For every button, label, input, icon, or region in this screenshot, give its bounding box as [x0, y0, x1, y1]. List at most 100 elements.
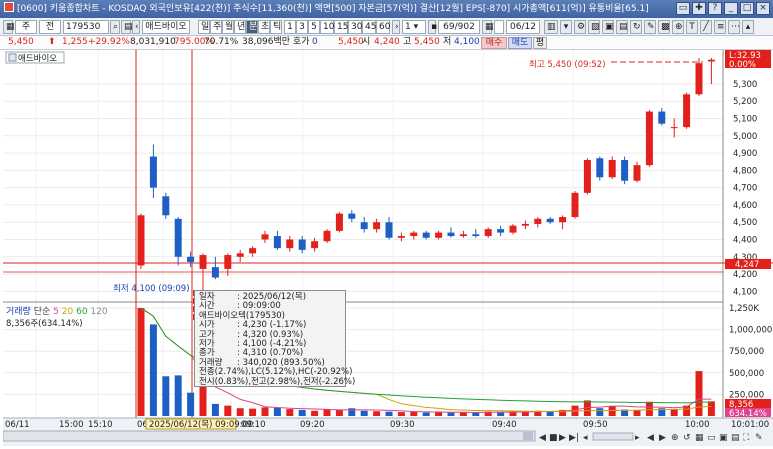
calendar-icon[interactable]: ▦ [482, 20, 494, 34]
interval-60[interactable]: 60 [376, 20, 390, 34]
rect-icon[interactable]: ▭ [707, 433, 716, 443]
candle-body [621, 159, 629, 181]
market-select[interactable]: 전 [39, 20, 61, 34]
candle-body [199, 255, 207, 269]
price-change: 1,255 [62, 37, 88, 47]
pin-icon[interactable]: ✚ [692, 2, 706, 15]
candle-body [695, 63, 703, 95]
period-year[interactable]: 년 [234, 20, 246, 34]
maximize-icon[interactable]: □ [740, 2, 754, 15]
volume-bar [385, 411, 393, 416]
stock-prev-icon[interactable]: ‹ [132, 20, 140, 34]
candle-body [360, 222, 368, 230]
dropdown-icon[interactable]: ▾ [560, 20, 572, 34]
tool-icon[interactable]: ✎ [755, 433, 763, 443]
chevron-right-icon[interactable]: › [392, 20, 400, 34]
list-icon[interactable]: ≡ [714, 20, 726, 34]
period-month[interactable]: 월 [222, 20, 234, 34]
interval-select[interactable]: 1 ▾ [402, 20, 426, 34]
zoom-icon[interactable]: ⊕ [672, 20, 684, 34]
next-icon[interactable]: ▶ [559, 433, 566, 443]
candle-body [670, 127, 678, 129]
line-icon[interactable]: ╱ [700, 20, 712, 34]
scroll-left-icon[interactable]: ◀ [647, 433, 654, 443]
sell-button[interactable]: 매도 [508, 37, 532, 49]
zoom-slider[interactable] [592, 432, 634, 441]
more-icon[interactable]: ⋯ [728, 20, 740, 34]
candle-body [149, 156, 157, 188]
help-icon[interactable]: ? [708, 2, 722, 15]
scrollbar-thumb[interactable] [523, 432, 533, 440]
time-label: 06/11 [5, 420, 30, 430]
text-icon[interactable]: T [686, 20, 698, 34]
plus-icon[interactable]: ⊕ [671, 433, 679, 443]
lock-icon[interactable]: ▩ [658, 20, 670, 34]
print-icon[interactable]: ▤ [616, 20, 628, 34]
average-button[interactable]: 평 [533, 37, 547, 49]
period-minute[interactable]: 분 [246, 20, 258, 34]
last-icon[interactable]: ▶| [569, 433, 579, 443]
series-label: 애드바이오 [18, 53, 57, 64]
layout-icon[interactable]: ▥ [544, 20, 558, 34]
favorites-icon[interactable]: ▤ [121, 20, 133, 34]
interval-3[interactable]: 3 [296, 20, 308, 34]
low-label: 저 [443, 37, 452, 47]
indicator-icon[interactable]: ▧ [588, 20, 600, 34]
first-icon[interactable]: ◀ [539, 433, 546, 443]
period-day[interactable]: 일 [198, 20, 210, 34]
type-select[interactable]: 주 [15, 20, 37, 34]
candlestick-chart[interactable]: 5,300 5,200 5,100 5,000 4,900 4,800 4,700 4,600… [2, 50, 773, 446]
save-icon[interactable]: ▣ [602, 20, 614, 34]
minimize-icon[interactable]: _ [724, 2, 738, 15]
interval-45[interactable]: 45 [362, 20, 376, 34]
close-icon[interactable]: × [756, 2, 770, 15]
window-tile-icon[interactable]: ▤ [731, 433, 740, 443]
price-tick: 4,500 [733, 218, 757, 228]
chart-area[interactable]: 5,300 5,200 5,100 5,000 4,900 4,800 4,700 4,600… [2, 50, 773, 446]
candle-body [583, 159, 591, 193]
zoom-out-icon[interactable]: ◂ [583, 433, 588, 443]
stop-icon[interactable]: ■ [549, 433, 558, 443]
interval-15[interactable]: 15 [334, 20, 348, 34]
interval-5[interactable]: 5 [308, 20, 320, 34]
expand-icon[interactable]: ▴ [742, 20, 754, 34]
search-icon[interactable]: ⌕ [110, 20, 120, 34]
time-label: 09:40 [492, 420, 517, 430]
period-tick[interactable]: 틱 [270, 20, 282, 34]
zoom-in-icon[interactable]: ▸ [635, 433, 640, 443]
volume-bar [422, 412, 430, 416]
max-label: 최고 5,450 (09:52) [529, 59, 606, 70]
code-input[interactable]: 179530 [63, 20, 109, 34]
grid-toggle-icon[interactable]: ▦ [695, 433, 704, 443]
volume-tick: 250,000 [729, 390, 764, 400]
ma20-label: 20 [61, 307, 74, 317]
interval-1[interactable]: 1 [284, 20, 296, 34]
pin-chart-icon[interactable]: ▣ [719, 433, 728, 443]
buy-button[interactable]: 매수 [481, 37, 507, 49]
interval-10[interactable]: 10 [320, 20, 334, 34]
volume-bar [397, 412, 405, 416]
info-icon[interactable]: ▪ [428, 20, 437, 34]
restore-icon[interactable]: ▭ [676, 2, 690, 15]
time-label: 10:00 [685, 420, 710, 430]
period-second[interactable]: 초 [258, 20, 270, 34]
grid-icon[interactable]: ▦ [3, 20, 15, 34]
date-checkbox[interactable] [494, 20, 504, 34]
volume-bar [323, 409, 331, 416]
date-input[interactable]: 06/12 [506, 20, 540, 34]
fullscreen-icon[interactable]: ⛶ [742, 432, 750, 443]
interval-30[interactable]: 30 [348, 20, 362, 34]
settings-icon[interactable]: ⚙ [574, 20, 586, 34]
scroll-right-icon[interactable]: ▶ [659, 433, 666, 443]
candle-body [286, 239, 294, 249]
tools-icon[interactable]: ✎ [644, 20, 656, 34]
reset-icon[interactable]: ↺ [683, 433, 691, 443]
stock-name-field[interactable]: 애드바이오 [142, 20, 190, 34]
period-week[interactable]: 주 [210, 20, 222, 34]
volume-bar [707, 401, 715, 416]
candle-body [323, 230, 331, 242]
refresh-icon[interactable]: ↻ [630, 20, 642, 34]
volume-bar [162, 376, 170, 416]
volume-bar [261, 407, 269, 416]
scrollbar-track[interactable] [2, 430, 536, 442]
